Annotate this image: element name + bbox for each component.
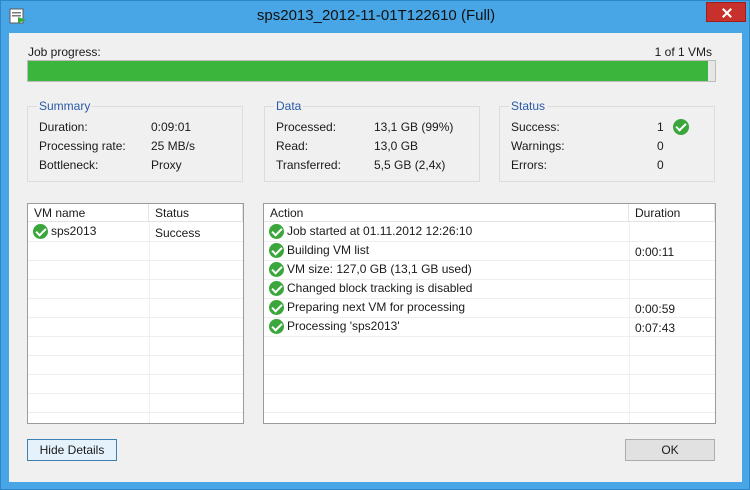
column-header-action[interactable]: Action bbox=[264, 204, 629, 222]
vm-list[interactable]: VM name Status sps2013 Success bbox=[27, 203, 244, 424]
action-duration: 0:00:59 bbox=[635, 302, 676, 316]
action-text: Building VM list bbox=[287, 243, 370, 257]
column-header-status[interactable]: Status bbox=[149, 204, 243, 222]
data-label: Transferred: bbox=[276, 158, 341, 172]
data-label: Processed: bbox=[276, 120, 337, 134]
success-check-icon bbox=[269, 319, 284, 335]
success-check-icon bbox=[673, 119, 689, 135]
vm-name-text: sps2013 bbox=[51, 224, 97, 238]
action-text: Changed block tracking is disabled bbox=[287, 281, 473, 295]
success-check-icon bbox=[269, 262, 284, 278]
window-title: sps2013_2012-11-01T122610 (Full) bbox=[256, 7, 496, 24]
success-check-icon bbox=[269, 243, 284, 259]
status-label: Warnings: bbox=[511, 139, 565, 153]
summary-label: Duration: bbox=[39, 120, 88, 134]
data-value: 13,0 GB bbox=[374, 139, 419, 153]
status-label: Success: bbox=[511, 120, 560, 134]
success-check-icon bbox=[33, 224, 48, 240]
summary-value: 0:09:01 bbox=[151, 120, 192, 134]
close-button[interactable] bbox=[706, 2, 746, 22]
status-value: 0 bbox=[657, 158, 664, 172]
action-list[interactable]: Action Duration Job started at 01.11.201… bbox=[263, 203, 716, 424]
action-row[interactable]: Changed block tracking is disabled bbox=[269, 281, 473, 297]
action-duration: 0:07:43 bbox=[635, 321, 676, 335]
vm-row-status: Success bbox=[155, 226, 201, 240]
hide-details-button[interactable]: Hide Details bbox=[27, 439, 117, 461]
job-progress-fill bbox=[28, 61, 709, 81]
summary-group: Summary Duration: 0:09:01 Processing rat… bbox=[27, 99, 243, 182]
data-value: 5,5 GB (2,4x) bbox=[374, 158, 446, 172]
column-header-vm-name[interactable]: VM name bbox=[28, 204, 149, 222]
action-text: Processing 'sps2013' bbox=[287, 319, 400, 333]
job-window: sps2013_2012-11-01T122610 (Full) Job pro… bbox=[0, 0, 750, 490]
status-title: Status bbox=[509, 99, 548, 113]
ok-button[interactable]: OK bbox=[625, 439, 715, 461]
title-bar[interactable]: sps2013_2012-11-01T122610 (Full) bbox=[1, 1, 750, 33]
data-title: Data bbox=[274, 99, 304, 113]
status-value: 1 bbox=[657, 120, 664, 134]
action-text: Preparing next VM for processing bbox=[287, 300, 466, 314]
action-duration: 0:00:11 bbox=[635, 245, 675, 259]
job-progress-bar bbox=[27, 60, 716, 82]
success-check-icon bbox=[269, 281, 284, 297]
dialog-body: Job progress: 1 of 1 VMs Summary Duratio… bbox=[9, 33, 742, 482]
action-row[interactable]: Job started at 01.11.2012 12:26:10 bbox=[269, 224, 473, 240]
action-row[interactable]: Processing 'sps2013' bbox=[269, 319, 400, 335]
data-label: Read: bbox=[276, 139, 309, 153]
status-group: Status Success: 1 Warnings: 0 Errors: 0 bbox=[499, 99, 715, 182]
job-progress-count: 1 of 1 VMs bbox=[654, 45, 712, 59]
column-header-duration[interactable]: Duration bbox=[629, 204, 715, 222]
summary-label: Processing rate: bbox=[39, 139, 126, 153]
summary-title: Summary bbox=[37, 99, 93, 113]
status-label: Errors: bbox=[511, 158, 547, 172]
data-value: 13,1 GB (99%) bbox=[374, 120, 454, 134]
data-group: Data Processed: 13,1 GB (99%) Read: 13,0… bbox=[264, 99, 480, 182]
summary-value: 25 MB/s bbox=[151, 139, 196, 153]
action-text: VM size: 127,0 GB (13,1 GB used) bbox=[287, 262, 472, 276]
success-check-icon bbox=[269, 300, 284, 316]
action-row[interactable]: VM size: 127,0 GB (13,1 GB used) bbox=[269, 262, 472, 278]
summary-label: Bottleneck: bbox=[39, 158, 99, 172]
summary-value: Proxy bbox=[151, 158, 182, 172]
action-row[interactable]: Preparing next VM for processing bbox=[269, 300, 466, 316]
vm-list-header: VM name Status bbox=[28, 204, 243, 222]
vm-row-name[interactable]: sps2013 bbox=[33, 224, 97, 240]
job-progress-label: Job progress: bbox=[28, 45, 101, 59]
action-text: Job started at 01.11.2012 12:26:10 bbox=[287, 224, 473, 238]
status-value: 0 bbox=[657, 139, 664, 153]
action-list-header: Action Duration bbox=[264, 204, 715, 222]
success-check-icon bbox=[269, 224, 284, 240]
action-row[interactable]: Building VM list bbox=[269, 243, 370, 259]
